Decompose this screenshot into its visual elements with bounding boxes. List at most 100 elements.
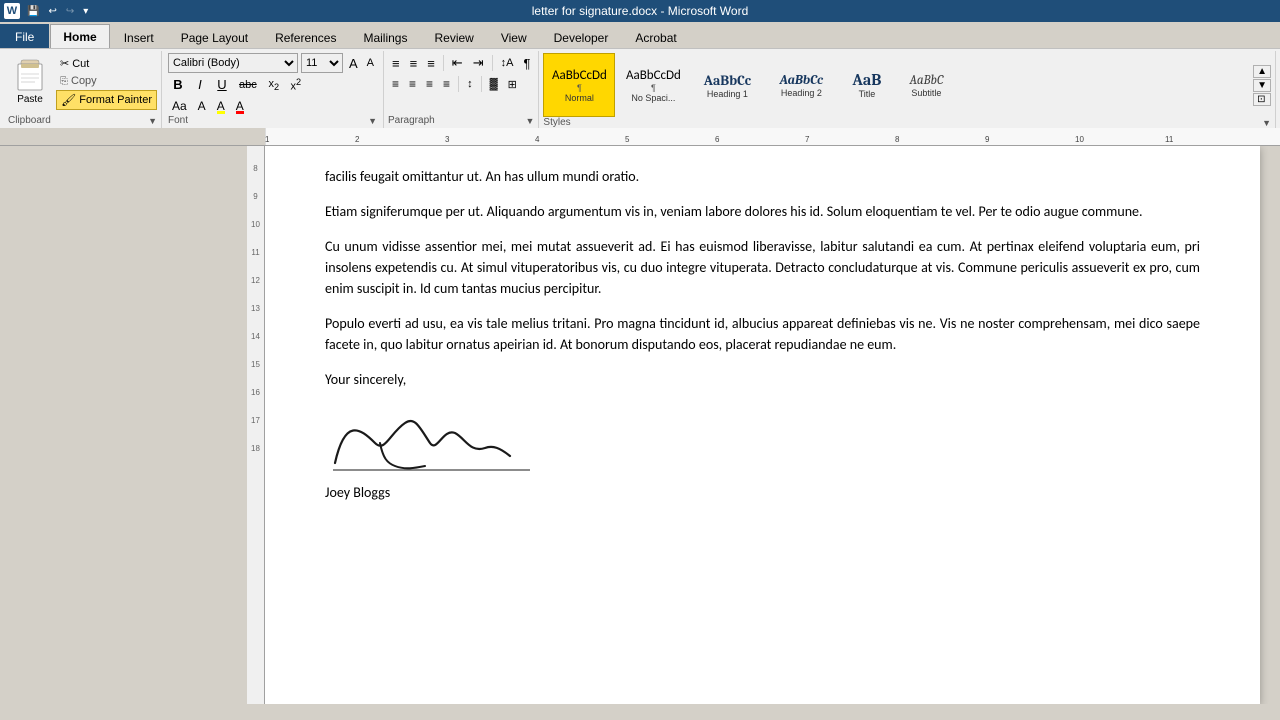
increase-font-size-button[interactable]: A [346, 54, 361, 73]
justify-button[interactable]: ≡ [439, 75, 454, 93]
sort-button[interactable]: ↕A [497, 55, 518, 71]
font-selector-row: Calibri (Body) 11 A A [168, 53, 377, 73]
bullets-button[interactable]: ≡ [388, 54, 404, 73]
redo-button[interactable]: ↪ [63, 5, 77, 18]
tab-home[interactable]: Home [50, 24, 109, 48]
increase-indent-button[interactable]: ⇥ [469, 53, 488, 73]
document-page[interactable]: facilis feugait omittantur ut. An has ul… [265, 146, 1260, 704]
svg-text:9: 9 [985, 135, 990, 144]
styles-more-arrow[interactable]: ⊡ [1253, 93, 1271, 106]
svg-text:5: 5 [625, 135, 630, 144]
cut-button[interactable]: ✂ Cut [56, 55, 157, 72]
page-area: facilis feugait omittantur ut. An has ul… [265, 146, 1280, 704]
font-expand-icon[interactable]: ▼ [368, 116, 377, 126]
font-group: Calibri (Body) 11 A A B I U abc x2 x2 Aa… [162, 51, 384, 128]
styles-items-row: AaBbCcDd ¶ Normal AaBbCcDd ¶ No Spaci...… [543, 53, 1271, 117]
paragraph-closing: Your sincerely, [325, 369, 1200, 390]
align-right-button[interactable]: ≡ [422, 75, 437, 93]
font-color-row: Aa A A A [168, 97, 377, 115]
separator3 [458, 76, 459, 92]
quick-access-dropdown[interactable]: ▾ [80, 5, 91, 18]
undo-button[interactable]: ↩ [45, 5, 59, 18]
svg-text:10: 10 [1075, 135, 1084, 144]
scissors-icon: ✂ [60, 57, 69, 70]
font-family-select[interactable]: Calibri (Body) [168, 53, 298, 73]
style-normal-indicator: ¶ [577, 83, 582, 93]
text-highlight-button[interactable]: A [213, 97, 229, 115]
strikethrough-button[interactable]: abc [234, 77, 262, 93]
styles-down-arrow[interactable]: ▼ [1253, 79, 1271, 92]
style-heading1[interactable]: AaBbCc Heading 1 [691, 53, 763, 117]
vruler-16: 16 [251, 378, 260, 406]
style-heading1-label: Heading 1 [707, 89, 748, 99]
vruler-14: 14 [251, 322, 260, 350]
styles-expand-icon[interactable]: ▼ [1262, 118, 1271, 128]
list-row: ≡ ≡ ≡ ⇤ ⇥ ↕A ¶ [388, 53, 534, 73]
tab-file[interactable]: File [0, 24, 49, 48]
superscript-button[interactable]: x2 [286, 75, 306, 95]
svg-text:3: 3 [445, 135, 450, 144]
decrease-font-size-button[interactable]: A [364, 55, 377, 71]
document-title: letter for signature.docx - Microsoft Wo… [532, 4, 749, 18]
paragraph-group: ≡ ≡ ≡ ⇤ ⇥ ↕A ¶ ≡ ≡ ≡ ≡ ↕ ▓ ⊞ Paragraph ▼ [384, 51, 539, 128]
cut-label: Cut [72, 58, 89, 70]
align-center-button[interactable]: ≡ [405, 75, 420, 93]
clipboard-top: Paste ✂ Cut ⎘ Copy 🖌 Format Painter [8, 53, 157, 115]
style-title-preview: AaB [852, 71, 881, 89]
style-heading1-preview: AaBbCc [704, 72, 751, 89]
styles-group-footer: Styles ▼ [543, 117, 1271, 128]
svg-text:2: 2 [355, 135, 360, 144]
title-bar-left: W 💾 ↩ ↪ ▾ [4, 3, 91, 19]
style-no-spacing-preview: AaBbCcDd [626, 68, 681, 83]
style-subtitle[interactable]: AaBbC Subtitle [896, 53, 956, 117]
borders-button[interactable]: ⊞ [504, 76, 521, 93]
subscript-button[interactable]: x2 [264, 76, 284, 94]
style-normal-label: Normal [565, 93, 594, 103]
change-case-button[interactable]: Aa [168, 97, 191, 115]
tab-acrobat[interactable]: Acrobat [622, 26, 689, 48]
align-left-button[interactable]: ≡ [388, 75, 403, 93]
ruler-white-area: 1 2 3 4 5 6 7 8 9 10 11 [265, 128, 1280, 145]
clipboard-expand-icon[interactable]: ▼ [148, 116, 157, 126]
ruler-marks-svg: 1 2 3 4 5 6 7 8 9 10 11 [265, 128, 1280, 145]
format-painter-label: Format Painter [79, 94, 152, 106]
shading-button[interactable]: ▓ [486, 76, 502, 92]
paragraph-expand-icon[interactable]: ▼ [526, 116, 535, 126]
clear-formatting-button[interactable]: A [194, 97, 210, 115]
styles-up-arrow[interactable]: ▲ [1253, 65, 1271, 78]
style-title[interactable]: AaB Title [839, 53, 894, 117]
tab-insert[interactable]: Insert [111, 26, 167, 48]
styles-scroll-up[interactable]: ▲ ▼ ⊡ [1253, 65, 1271, 106]
tab-view[interactable]: View [488, 26, 540, 48]
style-normal[interactable]: AaBbCcDd ¶ Normal [543, 53, 615, 117]
vruler-10: 10 [251, 210, 260, 238]
paste-button[interactable]: Paste [8, 53, 52, 108]
multilevel-list-button[interactable]: ≡ [423, 54, 439, 73]
clipboard-group: Paste ✂ Cut ⎘ Copy 🖌 Format Painter Clip… [4, 51, 162, 128]
tab-references[interactable]: References [262, 26, 349, 48]
tab-page-layout[interactable]: Page Layout [168, 26, 261, 48]
style-heading2[interactable]: AaBbCc Heading 2 [765, 53, 837, 117]
underline-button[interactable]: U [212, 75, 232, 94]
left-margin: 8 9 10 11 12 13 14 15 16 17 18 [0, 146, 265, 704]
tab-mailings[interactable]: Mailings [350, 26, 420, 48]
vruler-18: 18 [251, 434, 260, 462]
style-heading2-preview: AaBbCc [780, 73, 823, 88]
line-spacing-button[interactable]: ↕ [463, 76, 477, 92]
font-color-button[interactable]: A [232, 97, 248, 115]
show-formatting-button[interactable]: ¶ [519, 54, 534, 73]
tab-review[interactable]: Review [421, 26, 486, 48]
format-painter-button[interactable]: 🖌 Format Painter [56, 90, 157, 110]
style-no-spacing[interactable]: AaBbCcDd ¶ No Spaci... [617, 53, 689, 117]
bold-button[interactable]: B [168, 75, 188, 94]
font-size-select[interactable]: 11 [301, 53, 343, 73]
save-button[interactable]: 💾 [24, 5, 42, 18]
numbering-button[interactable]: ≡ [406, 54, 422, 73]
decrease-indent-button[interactable]: ⇤ [448, 53, 467, 73]
style-heading2-label: Heading 2 [781, 88, 822, 98]
copy-button[interactable]: ⎘ Copy [56, 73, 157, 89]
paste-icon [13, 56, 47, 94]
paste-label: Paste [17, 94, 43, 105]
italic-button[interactable]: I [190, 75, 210, 94]
tab-developer[interactable]: Developer [541, 26, 622, 48]
